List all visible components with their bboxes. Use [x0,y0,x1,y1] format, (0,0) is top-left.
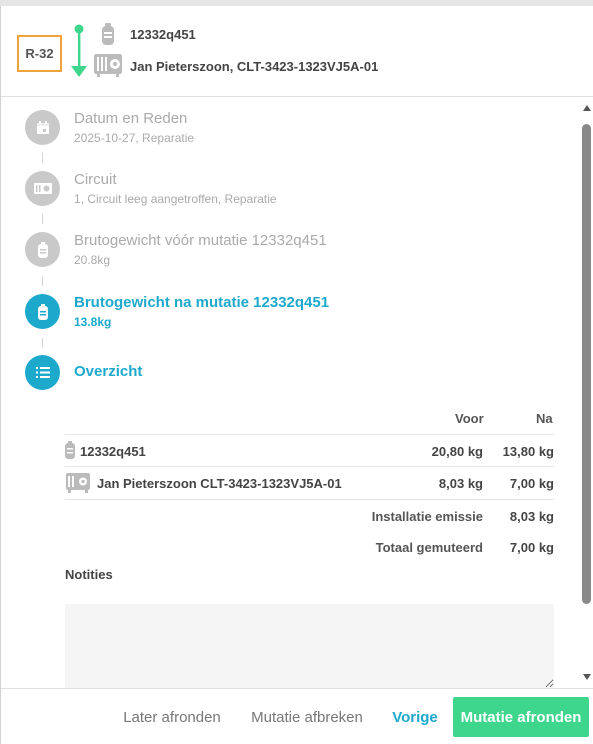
value-before: 20,80 kg [431,444,483,459]
step-subtitle: 13.8kg [74,315,112,329]
step-subtitle: 1, Circuit leeg aangetroffen, Reparatie [74,192,277,206]
step-circle [25,232,60,267]
value-before: 8,03 kg [438,476,483,491]
later-finish-button[interactable]: Later afronden [113,697,231,737]
notes-label: Notities [65,567,113,582]
step-circle [25,294,60,329]
outdoor-unit-icon [94,54,122,77]
step-overview[interactable]: Overzicht [25,355,525,395]
step-weight-after[interactable]: Brutogewicht na mutatie 12332q451 13.8kg [25,294,525,334]
cylinder-id: 12332q451 [130,27,196,42]
table-row: 12332q451 20,80 kg 13,80 kg [65,434,554,466]
cylinder-icon [37,303,48,320]
scroll-up-arrow-icon[interactable] [583,105,591,111]
finish-mutation-button[interactable]: Mutatie afronden [453,697,589,737]
step-connector [42,276,43,286]
notes-textarea[interactable] [65,604,554,688]
installation-emission-label: Installatie emissie [371,509,483,524]
step-title: Overzicht [74,363,143,380]
value-after: 13,80 kg [502,444,554,459]
total-mutated-value: 7,00 kg [509,540,554,555]
scrollbar-thumb[interactable] [582,124,591,604]
step-date-reason[interactable]: Datum en Reden 2025-10-27, Reparatie [25,110,525,150]
column-header-before: Voor [455,411,484,426]
outdoor-unit-icon [33,182,52,194]
refrigerant-badge: R-32 [17,35,62,72]
abort-mutation-button[interactable]: Mutatie afbreken [241,697,373,737]
step-title: Brutogewicht na mutatie 12332q451 [74,294,330,311]
row-label: Jan Pieterszoon CLT-3423-1323VJ5A-01 [97,476,342,491]
scroll-down-arrow-icon[interactable] [583,674,591,680]
total-mutated-row: Totaal gemuteerd 7,00 kg [65,531,554,563]
step-title: Brutogewicht vóór mutatie 12332q451 [74,232,327,249]
scrollbar[interactable] [580,97,593,688]
table-row: Jan Pieterszoon CLT-3423-1323VJ5A-01 8,0… [65,466,554,498]
installation-emission-row: Installatie emissie 8,03 kg [65,499,554,531]
installation-name: Jan Pieterszoon, CLT-3423-1323VJ5A-01 [130,59,379,74]
footer-actions: Later afronden Mutatie afbreken Vorige M… [1,688,593,744]
outdoor-unit-icon [66,473,90,493]
step-circuit[interactable]: Circuit 1, Circuit leeg aangetroffen, Re… [25,171,525,211]
cylinder-icon [37,241,48,258]
cylinder-icon [102,23,114,45]
mutation-header: R-32 12332q451 Jan Pieterszoon, CLT-3423… [1,6,593,97]
installation-emission-value: 8,03 kg [509,509,554,524]
step-subtitle: 20.8kg [74,253,111,267]
step-circle [25,171,60,206]
step-circle [25,355,60,390]
transfer-arrow-icon [71,24,87,77]
step-subtitle: 2025-10-27, Reparatie [74,131,195,145]
value-after: 7,00 kg [509,476,554,491]
calendar-icon [36,120,49,134]
step-circle [25,110,60,145]
row-label: 12332q451 [80,444,146,459]
cylinder-icon [65,441,75,459]
step-connector [42,338,43,348]
column-header-after: Na [536,411,553,426]
step-title: Datum en Reden [74,110,188,127]
step-weight-before[interactable]: Brutogewicht vóór mutatie 12332q451 20.8… [25,232,525,272]
step-connector [42,214,43,224]
total-mutated-label: Totaal gemuteerd [375,540,483,555]
list-icon [35,367,50,378]
previous-button[interactable]: Vorige [384,697,446,737]
step-title: Circuit [74,171,117,188]
frame-border [0,6,1,744]
step-connector [42,153,43,163]
